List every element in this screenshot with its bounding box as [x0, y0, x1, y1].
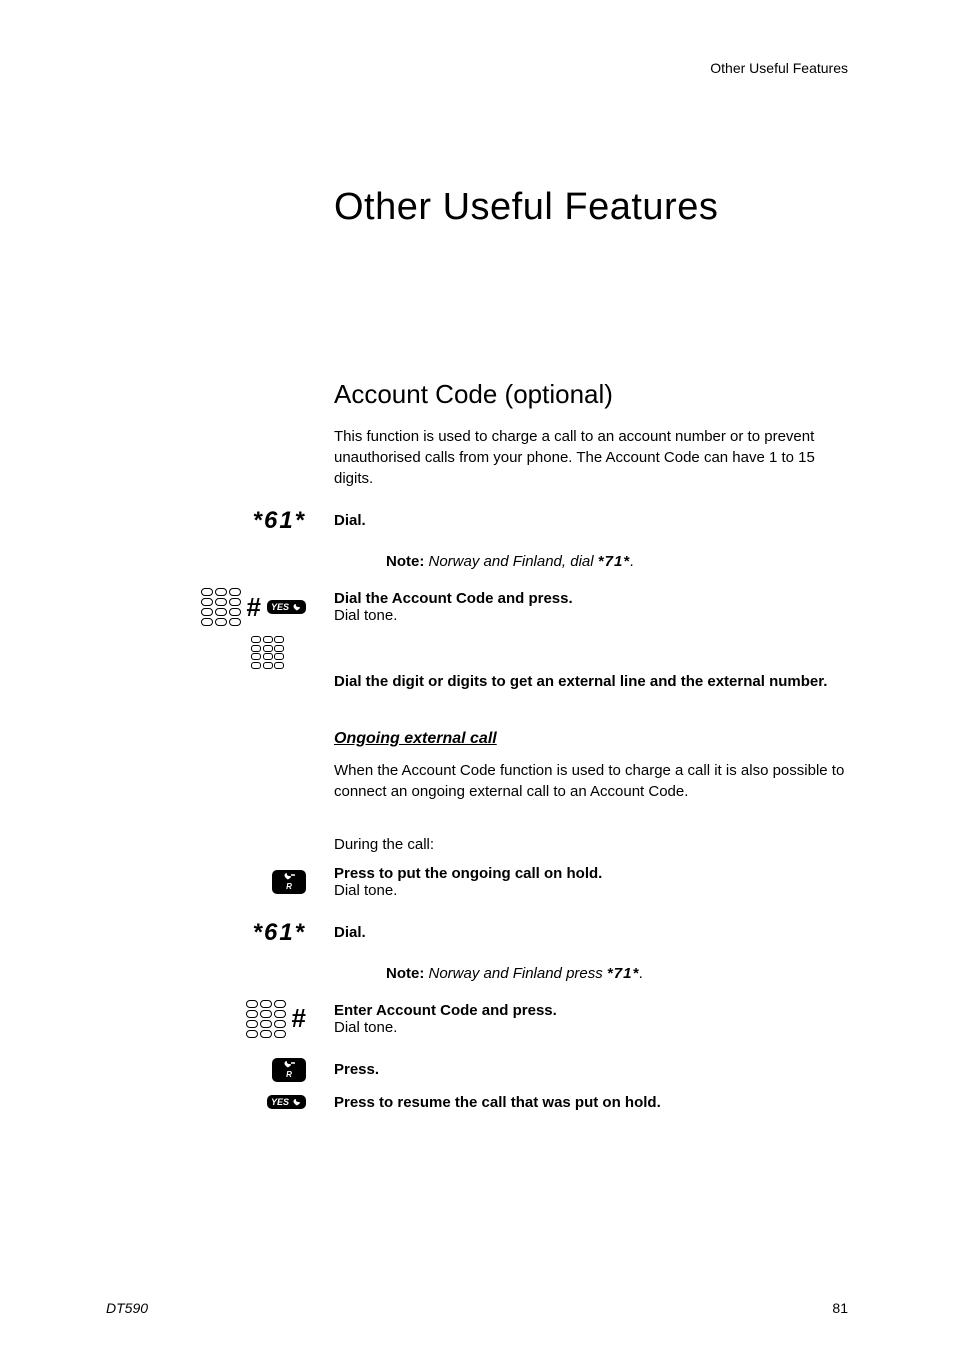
hold-line: Dial tone. — [334, 882, 848, 899]
note2-text: Norway and Finland press — [424, 965, 607, 982]
footer-model: DT590 — [106, 1300, 148, 1316]
r-button-icon-2: R — [272, 1058, 306, 1082]
subsection-intro: When the Account Code function is used t… — [334, 760, 848, 802]
step2-bold: Dial the Account Code and press. — [334, 590, 848, 607]
yes-button-icon-2: YES — [267, 1095, 306, 1109]
note-2: Note: Norway and Finland press *71*. — [386, 965, 848, 982]
note1-text: Norway and Finland, dial — [424, 553, 597, 570]
note1-suffix: . — [630, 553, 634, 570]
keypad-icon-2 — [246, 1000, 286, 1038]
note2-code: *71* — [607, 965, 639, 982]
dial-code-1: *61* — [253, 507, 306, 535]
enter-bold: Enter Account Code and press. — [334, 1002, 848, 1019]
section-intro: This function is used to charge a call t… — [334, 426, 848, 489]
press-bold: Press. — [334, 1061, 848, 1078]
r-label: R — [286, 883, 292, 891]
yes-label-2: YES — [271, 1097, 289, 1107]
yes-button-icon: YES — [267, 600, 306, 614]
subsection-title: Ongoing external call — [334, 730, 848, 748]
r-label-2: R — [286, 1071, 292, 1079]
note-1: Note: Norway and Finland, dial *71*. — [386, 553, 848, 570]
r-button-icon: R — [272, 870, 306, 894]
footer-page-number: 81 — [832, 1300, 848, 1316]
page-footer: DT590 81 — [106, 1300, 848, 1316]
keypad-icon — [201, 588, 241, 626]
yes-label: YES — [271, 602, 289, 612]
step2-line: Dial tone. — [334, 607, 848, 624]
note2-prefix: Note: — [386, 965, 424, 982]
step3-bold: Dial the digit or digits to get an exter… — [334, 673, 848, 690]
note1-code: *71* — [598, 553, 630, 570]
dial-code-2: *61* — [253, 919, 306, 947]
dial-label-2: Dial. — [334, 924, 366, 941]
resume-bold: Press to resume the call that was put on… — [334, 1094, 848, 1111]
keypad-small-icon — [251, 636, 284, 669]
note2-suffix: . — [639, 965, 643, 982]
hash-icon-2: # — [292, 1003, 306, 1034]
hold-bold: Press to put the ongoing call on hold. — [334, 865, 848, 882]
hash-icon: # — [247, 592, 261, 623]
note1-prefix: Note: — [386, 553, 424, 570]
during-call: During the call: — [334, 834, 848, 855]
page-title: Other Useful Features — [334, 186, 848, 229]
page-header-right: Other Useful Features — [106, 60, 848, 76]
section-title: Account Code (optional) — [334, 379, 848, 410]
enter-line: Dial tone. — [334, 1019, 848, 1036]
dial-label-1: Dial. — [334, 512, 366, 529]
